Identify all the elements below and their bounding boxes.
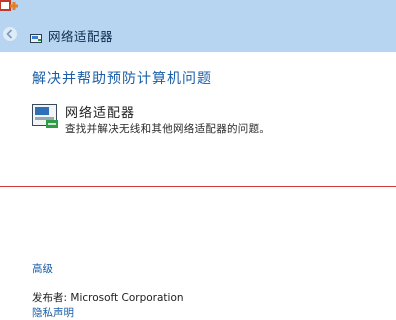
network-adapter-icon <box>30 29 42 43</box>
publisher-info: 发布者: Microsoft Corporation <box>32 290 184 305</box>
publisher-label: 发布者: <box>32 292 68 304</box>
back-button[interactable] <box>3 27 17 41</box>
troubleshooter-title: 网络适配器 <box>65 106 136 121</box>
breadcrumb-title: 网络适配器 <box>48 29 114 44</box>
publisher-value: Microsoft Corporation <box>70 292 184 304</box>
troubleshooter-network-adapter[interactable]: 网络适配器 查找并解决无线和其他网络适配器的问题。 <box>32 104 362 135</box>
divider <box>0 186 396 187</box>
troubleshooter-description: 查找并解决无线和其他网络适配器的问题。 <box>65 123 271 135</box>
troubleshooter-app-icon <box>0 0 22 20</box>
privacy-statement-link[interactable]: 隐私声明 <box>32 305 74 320</box>
advanced-link[interactable]: 高级 <box>32 261 53 276</box>
network-adapter-icon <box>32 104 59 130</box>
page-heading: 解决并帮助预防计算机问题 <box>32 71 212 87</box>
title-bar: 网络适配器 <box>0 0 396 52</box>
